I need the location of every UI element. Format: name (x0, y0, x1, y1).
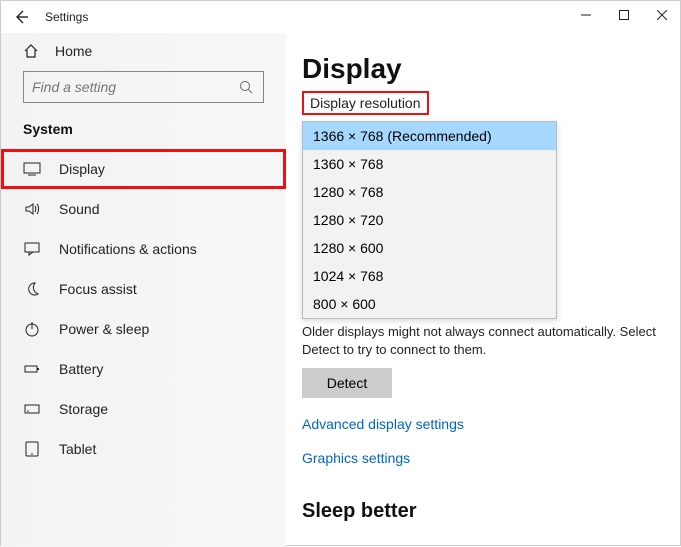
maximize-button[interactable] (610, 5, 638, 25)
moon-icon (23, 280, 41, 298)
battery-icon (23, 360, 41, 378)
sidebar-item-power-sleep[interactable]: Power & sleep (1, 309, 286, 349)
power-icon (23, 320, 41, 338)
sleep-heading: Sleep better (302, 500, 664, 523)
graphics-settings-link[interactable]: Graphics settings (302, 450, 664, 466)
sidebar-item-label: Focus assist (59, 281, 137, 297)
minimize-icon (581, 10, 591, 20)
detect-button[interactable]: Detect (302, 368, 392, 398)
resolution-option[interactable]: 1360 × 768 (303, 150, 556, 178)
close-icon (657, 10, 667, 20)
chat-icon (23, 240, 41, 258)
sidebar-item-label: Power & sleep (59, 321, 149, 337)
close-button[interactable] (648, 5, 676, 25)
detect-help-text: Older displays might not always connect … (302, 323, 664, 358)
resolution-option[interactable]: 1280 × 768 (303, 178, 556, 206)
home-icon (23, 43, 39, 59)
app-title: Settings (45, 10, 88, 24)
sidebar-home[interactable]: Home (1, 37, 286, 67)
sidebar-item-label: Display (59, 161, 105, 177)
sidebar-item-label: Sound (59, 201, 99, 217)
resolution-option[interactable]: 1280 × 600 (303, 234, 556, 262)
monitor-icon (23, 160, 41, 178)
sidebar-home-label: Home (55, 43, 92, 59)
resolution-dropdown[interactable]: 1366 × 768 (Recommended)1360 × 7681280 ×… (302, 121, 557, 319)
resolution-option[interactable]: 1024 × 768 (303, 262, 556, 290)
storage-icon (23, 400, 41, 418)
tablet-icon (23, 440, 41, 458)
resolution-option[interactable]: 1280 × 720 (303, 206, 556, 234)
maximize-icon (619, 10, 629, 20)
sidebar-item-notifications-actions[interactable]: Notifications & actions (1, 229, 286, 269)
titlebar: Settings (1, 1, 680, 33)
sidebar-item-battery[interactable]: Battery (1, 349, 286, 389)
search-box[interactable] (23, 71, 264, 103)
speaker-icon (23, 200, 41, 218)
sidebar-item-label: Notifications & actions (59, 241, 197, 257)
resolution-label: Display resolution (304, 93, 427, 113)
search-icon (239, 80, 255, 94)
resolution-label-highlight: Display resolution (302, 91, 429, 115)
back-arrow-icon (13, 9, 29, 25)
resolution-option[interactable]: 800 × 600 (303, 290, 556, 318)
page-title: Display (302, 53, 664, 85)
sidebar-item-focus-assist[interactable]: Focus assist (1, 269, 286, 309)
sidebar-item-label: Storage (59, 401, 108, 417)
sidebar-item-label: Battery (59, 361, 103, 377)
back-button[interactable] (13, 9, 31, 25)
search-input[interactable] (32, 79, 239, 95)
sidebar-item-sound[interactable]: Sound (1, 189, 286, 229)
sidebar-item-display[interactable]: Display (1, 149, 286, 189)
minimize-button[interactable] (572, 5, 600, 25)
sidebar-section-title: System (1, 113, 286, 149)
sidebar-item-tablet[interactable]: Tablet (1, 429, 286, 469)
resolution-option[interactable]: 1366 × 768 (Recommended) (303, 122, 556, 150)
sidebar-item-storage[interactable]: Storage (1, 389, 286, 429)
content-pane: Display Display resolution 1366 × 768 (R… (286, 33, 680, 547)
sidebar-item-label: Tablet (59, 441, 96, 457)
sidebar: Home System Display Sound Notifications & … (1, 33, 286, 547)
advanced-display-link[interactable]: Advanced display settings (302, 416, 664, 432)
